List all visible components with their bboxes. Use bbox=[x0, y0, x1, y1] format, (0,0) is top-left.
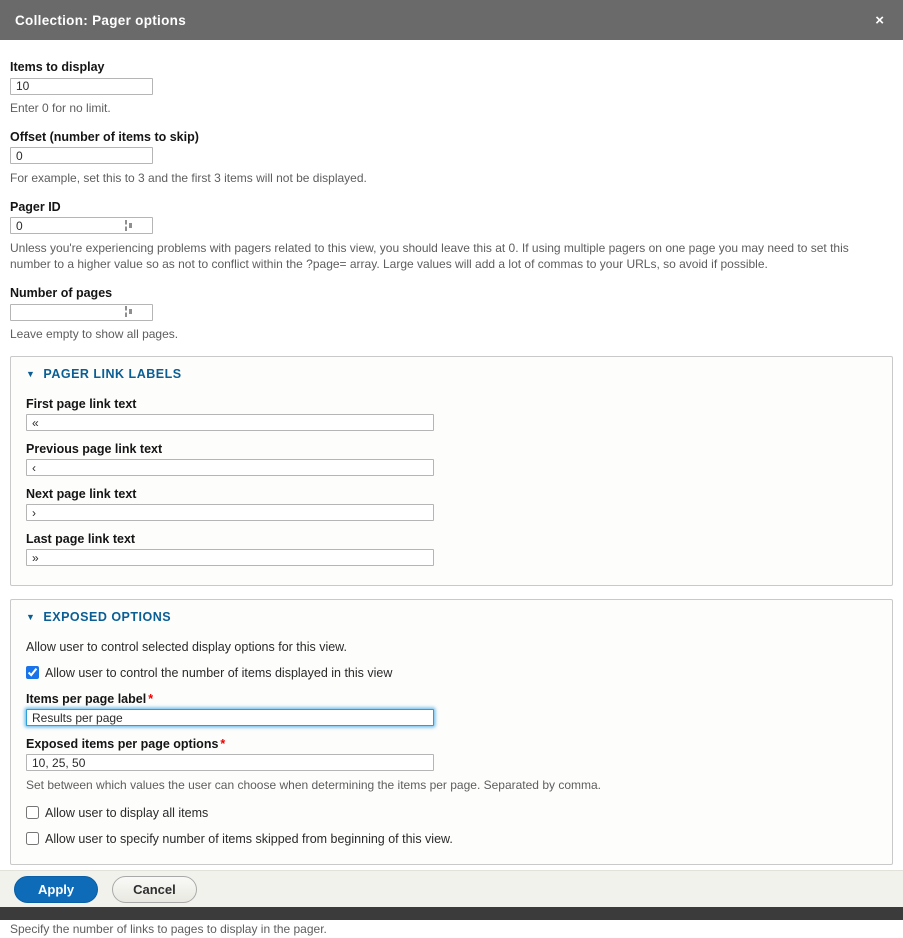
form-item-exposed-items-options: Exposed items per page options* Set betw… bbox=[26, 737, 877, 794]
next-page-link-input[interactable] bbox=[26, 504, 434, 521]
exposed-items-options-input[interactable] bbox=[26, 754, 434, 771]
specify-skip-checkbox-row: Allow user to specify number of items sk… bbox=[26, 832, 877, 846]
items-per-page-label-input[interactable] bbox=[26, 709, 434, 726]
number-of-pages-label: Number of pages bbox=[10, 286, 893, 300]
display-all-checkbox[interactable] bbox=[26, 806, 39, 819]
form-item-number-of-pages: Number of pages Leave empty to show all … bbox=[10, 286, 893, 343]
number-of-pages-description: Leave empty to show all pages. bbox=[10, 326, 890, 343]
exposed-options-legend-text: EXPOSED OPTIONS bbox=[43, 610, 171, 624]
apply-button[interactable]: Apply bbox=[14, 876, 98, 903]
display-all-checkbox-row: Allow user to display all items bbox=[26, 806, 877, 820]
dialog-header: Collection: Pager options × bbox=[0, 0, 903, 40]
first-page-link-label: First page link text bbox=[26, 397, 877, 411]
control-items-checkbox-label: Allow user to control the number of item… bbox=[45, 666, 392, 680]
close-icon[interactable]: × bbox=[871, 11, 888, 30]
required-marker: * bbox=[220, 737, 225, 751]
pager-links-visible-description: Specify the number of links to pages to … bbox=[10, 921, 890, 938]
last-page-link-input[interactable] bbox=[26, 549, 434, 566]
offset-description: For example, set this to 3 and the first… bbox=[10, 170, 890, 187]
items-to-display-description: Enter 0 for no limit. bbox=[10, 100, 890, 117]
items-to-display-label: Items to display bbox=[10, 60, 893, 74]
cancel-button[interactable]: Cancel bbox=[112, 876, 197, 903]
collapse-arrow-icon: ▼ bbox=[26, 612, 35, 622]
control-items-checkbox-row: Allow user to control the number of item… bbox=[26, 666, 877, 680]
control-items-checkbox[interactable] bbox=[26, 666, 39, 679]
offset-label: Offset (number of items to skip) bbox=[10, 130, 893, 144]
form-item-pager-id: Pager ID Unless you're experiencing prob… bbox=[10, 200, 893, 274]
exposed-items-options-description: Set between which values the user can ch… bbox=[26, 777, 877, 794]
pager-id-description: Unless you're experiencing problems with… bbox=[10, 240, 890, 274]
dialog-footer: Apply Cancel bbox=[0, 870, 903, 907]
exposed-items-options-label: Exposed items per page options* bbox=[26, 737, 877, 751]
form-item-next-page-link: Next page link text bbox=[26, 487, 877, 522]
previous-page-link-input[interactable] bbox=[26, 459, 434, 476]
items-to-display-input[interactable] bbox=[10, 78, 153, 95]
offset-input[interactable] bbox=[10, 147, 153, 164]
specify-skip-checkbox[interactable] bbox=[26, 832, 39, 845]
exposed-options-intro: Allow user to control selected display o… bbox=[26, 640, 877, 654]
form-item-offset: Offset (number of items to skip) For exa… bbox=[10, 130, 893, 187]
last-page-link-label: Last page link text bbox=[26, 532, 877, 546]
form-item-first-page-link: First page link text bbox=[26, 397, 877, 432]
pager-link-labels-legend-text: PAGER LINK LABELS bbox=[43, 367, 181, 381]
dialog-body: Items to display Enter 0 for no limit. O… bbox=[0, 40, 903, 938]
form-item-items-to-display: Items to display Enter 0 for no limit. bbox=[10, 60, 893, 117]
number-of-pages-input[interactable] bbox=[10, 304, 153, 321]
pager-link-labels-legend[interactable]: ▼ PAGER LINK LABELS bbox=[26, 367, 877, 381]
dialog-title: Collection: Pager options bbox=[15, 13, 186, 28]
collapse-arrow-icon: ▼ bbox=[26, 369, 35, 379]
page-background-strip bbox=[0, 907, 903, 920]
fieldset-exposed-options: ▼ EXPOSED OPTIONS Allow user to control … bbox=[10, 599, 893, 865]
pager-id-label: Pager ID bbox=[10, 200, 893, 214]
display-all-checkbox-label: Allow user to display all items bbox=[45, 806, 208, 820]
fieldset-pager-link-labels: ▼ PAGER LINK LABELS First page link text… bbox=[10, 356, 893, 586]
next-page-link-label: Next page link text bbox=[26, 487, 877, 501]
specify-skip-checkbox-label: Allow user to specify number of items sk… bbox=[45, 832, 453, 846]
form-item-last-page-link: Last page link text bbox=[26, 532, 877, 567]
previous-page-link-label: Previous page link text bbox=[26, 442, 877, 456]
items-per-page-label-label: Items per page label* bbox=[26, 692, 877, 706]
pager-id-input[interactable] bbox=[10, 217, 153, 234]
first-page-link-input[interactable] bbox=[26, 414, 434, 431]
form-item-previous-page-link: Previous page link text bbox=[26, 442, 877, 477]
required-marker: * bbox=[148, 692, 153, 706]
form-item-items-per-page-label: Items per page label* bbox=[26, 692, 877, 727]
exposed-options-legend[interactable]: ▼ EXPOSED OPTIONS bbox=[26, 610, 877, 624]
